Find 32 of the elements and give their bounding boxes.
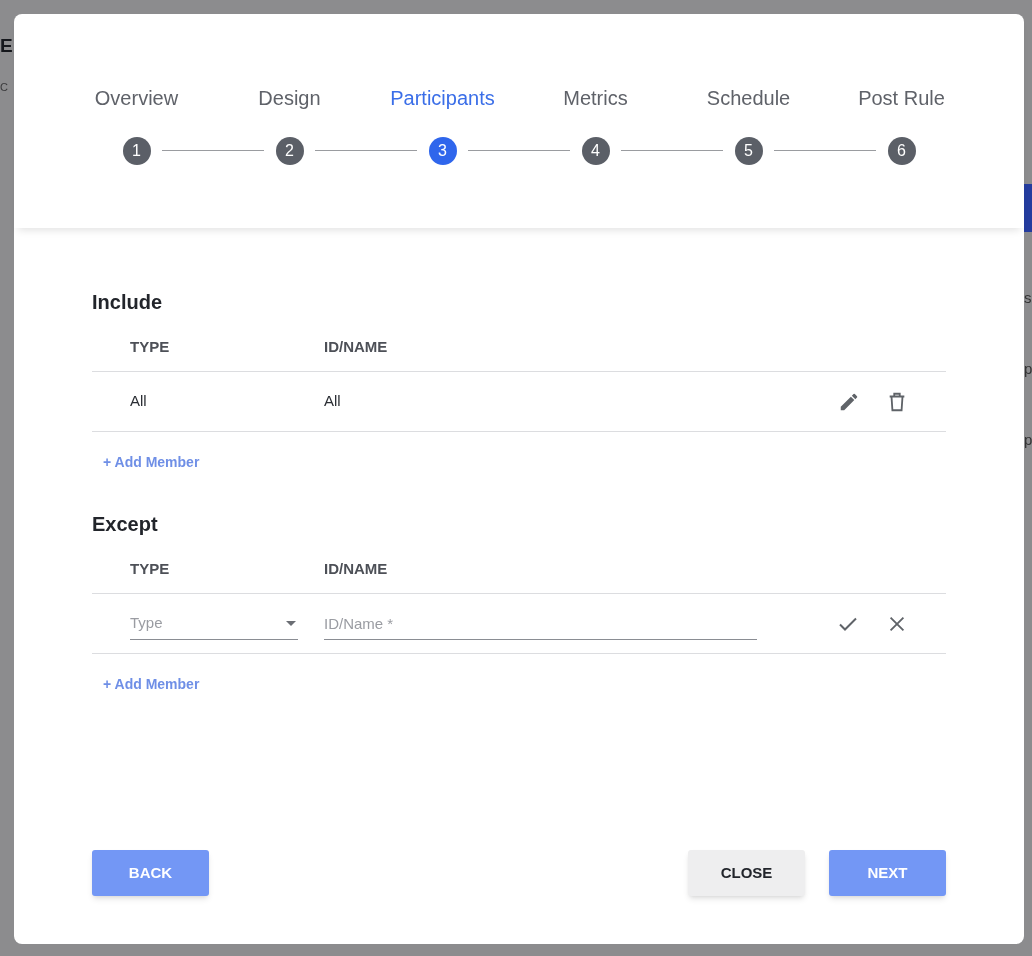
- page-cell: p: [1024, 432, 1032, 447]
- step-label[interactable]: Overview: [94, 86, 179, 110]
- page-subtitle: C: [0, 82, 8, 93]
- type-input[interactable]: Type: [130, 611, 250, 635]
- step-label[interactable]: Schedule: [706, 86, 791, 110]
- column-header: ID/NAME: [324, 336, 388, 357]
- id-name-field[interactable]: ID/Name *: [324, 607, 757, 640]
- page-cell: p: [1024, 361, 1032, 376]
- column-header: TYPE: [129, 336, 171, 357]
- section-title: Except: [92, 512, 159, 536]
- step-label[interactable]: Post Rule: [858, 86, 945, 110]
- page-cell: s: [1024, 290, 1032, 305]
- page-title: E: [0, 36, 13, 55]
- add-member-link[interactable]: + Add Member: [103, 674, 200, 695]
- type-select[interactable]: Type: [130, 607, 298, 640]
- section-title: Include: [92, 290, 163, 314]
- step-number[interactable]: 4: [581, 137, 610, 165]
- step-label[interactable]: Design: [258, 86, 321, 110]
- step-label[interactable]: Metrics: [563, 86, 628, 110]
- id-name-cell-text: All: [324, 391, 342, 412]
- column-header: ID/NAME: [324, 558, 388, 579]
- close-button[interactable]: CLOSE: [688, 850, 805, 896]
- step-number[interactable]: 5: [734, 137, 763, 165]
- dropdown-caret-icon: [286, 620, 296, 626]
- step-number[interactable]: 6: [887, 137, 916, 165]
- step-number[interactable]: 3: [428, 137, 457, 165]
- step-label[interactable]: Participants: [390, 86, 495, 110]
- step-number[interactable]: 2: [275, 137, 304, 165]
- step-number[interactable]: 1: [122, 137, 151, 165]
- add-member-link[interactable]: + Add Member: [103, 452, 200, 473]
- column-header: TYPE: [129, 558, 171, 579]
- type-cell-text: All: [129, 391, 148, 412]
